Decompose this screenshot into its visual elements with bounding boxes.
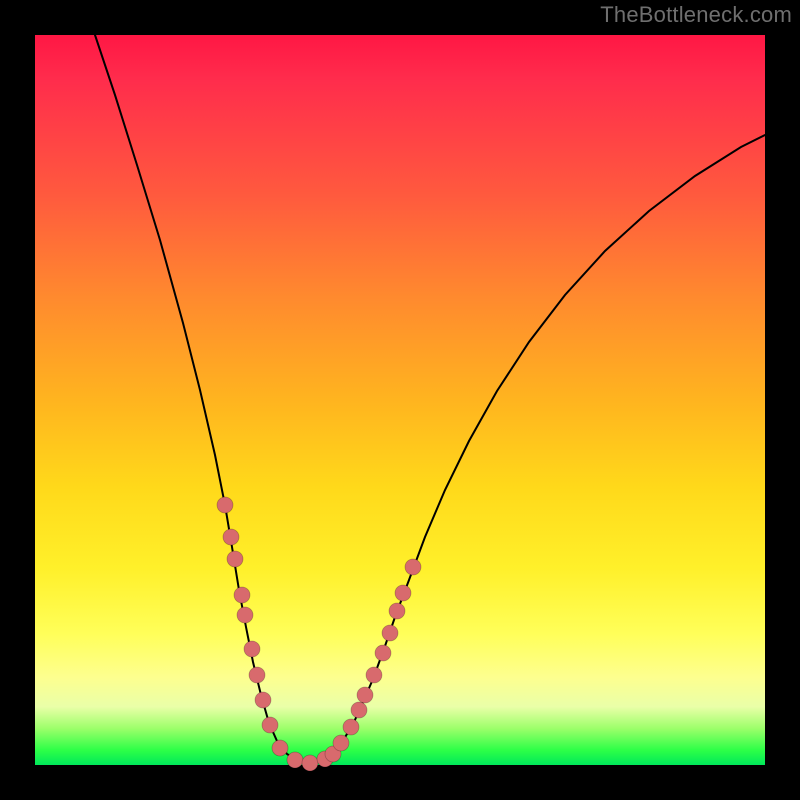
curve-layer: [35, 35, 765, 765]
data-bead: [302, 755, 318, 771]
data-bead: [249, 667, 265, 683]
bottleneck-curve: [95, 35, 765, 763]
data-bead: [217, 497, 233, 513]
data-bead: [262, 717, 278, 733]
data-bead: [333, 735, 349, 751]
data-bead: [223, 529, 239, 545]
data-bead: [234, 587, 250, 603]
data-bead: [287, 752, 303, 768]
data-bead: [366, 667, 382, 683]
chart-frame: TheBottleneck.com: [0, 0, 800, 800]
watermark-text: TheBottleneck.com: [600, 2, 792, 28]
data-bead: [244, 641, 260, 657]
data-bead: [351, 702, 367, 718]
data-bead: [382, 625, 398, 641]
data-bead: [395, 585, 411, 601]
data-bead: [227, 551, 243, 567]
data-bead: [375, 645, 391, 661]
data-bead: [389, 603, 405, 619]
data-bead: [343, 719, 359, 735]
data-bead: [237, 607, 253, 623]
data-bead: [357, 687, 373, 703]
data-bead: [272, 740, 288, 756]
data-bead: [255, 692, 271, 708]
data-bead: [405, 559, 421, 575]
